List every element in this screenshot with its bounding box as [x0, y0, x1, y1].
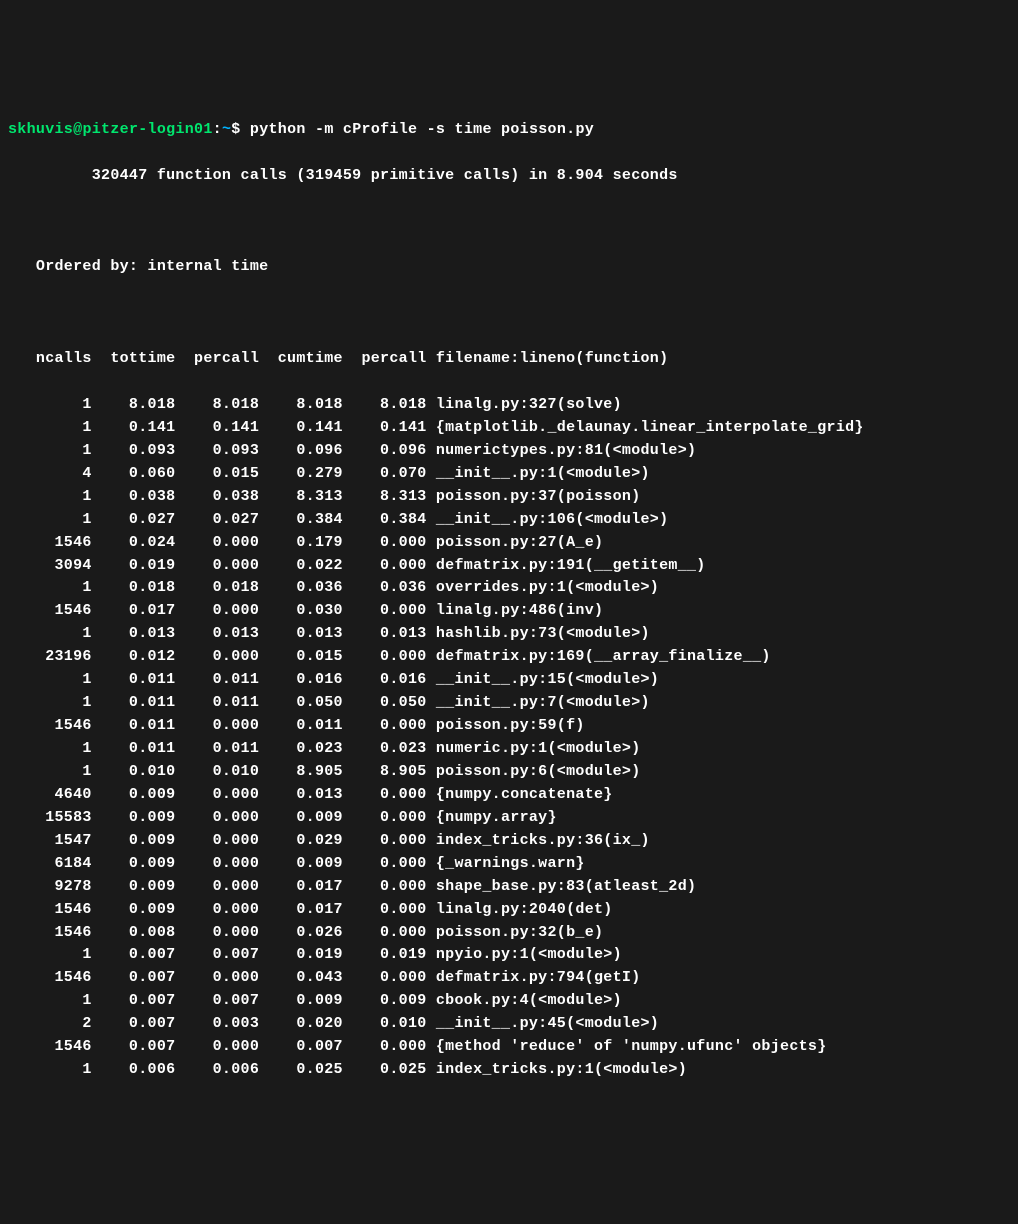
prompt-line: skhuvis@pitzer-login01:~$ python -m cPro…: [8, 119, 1010, 142]
profile-row: 1 0.011 0.011 0.050 0.050 __init__.py:7(…: [8, 692, 1010, 715]
profile-row: 1546 0.009 0.000 0.017 0.000 linalg.py:2…: [8, 899, 1010, 922]
prompt-path: ~: [222, 121, 231, 138]
profile-rows: 1 8.018 8.018 8.018 8.018 linalg.py:327(…: [8, 394, 1010, 1082]
prompt-host: pitzer-login01: [82, 121, 212, 138]
profile-row: 4640 0.009 0.000 0.013 0.000 {numpy.conc…: [8, 784, 1010, 807]
profile-row: 9278 0.009 0.000 0.017 0.000 shape_base.…: [8, 876, 1010, 899]
summary-line: 320447 function calls (319459 primitive …: [8, 165, 1010, 188]
profile-row: 6184 0.009 0.000 0.009 0.000 {_warnings.…: [8, 853, 1010, 876]
profile-row: 1 0.011 0.011 0.023 0.023 numeric.py:1(<…: [8, 738, 1010, 761]
profile-row: 1 8.018 8.018 8.018 8.018 linalg.py:327(…: [8, 394, 1010, 417]
terminal-output: skhuvis@pitzer-login01:~$ python -m cPro…: [8, 96, 1010, 1105]
ordered-by-line: Ordered by: internal time: [8, 256, 1010, 279]
profile-row: 1 0.018 0.018 0.036 0.036 overrides.py:1…: [8, 577, 1010, 600]
prompt-dollar: $: [231, 121, 250, 138]
profile-row: 15583 0.009 0.000 0.009 0.000 {numpy.arr…: [8, 807, 1010, 830]
profile-row: 1546 0.017 0.000 0.030 0.000 linalg.py:4…: [8, 600, 1010, 623]
profile-row: 3094 0.019 0.000 0.022 0.000 defmatrix.p…: [8, 555, 1010, 578]
profile-row: 4 0.060 0.015 0.279 0.070 __init__.py:1(…: [8, 463, 1010, 486]
profile-row: 1 0.010 0.010 8.905 8.905 poisson.py:6(<…: [8, 761, 1010, 784]
command-text[interactable]: python -m cProfile -s time poisson.py: [250, 121, 594, 138]
blank-line: [8, 302, 1010, 325]
profile-row: 1546 0.008 0.000 0.026 0.000 poisson.py:…: [8, 922, 1010, 945]
header-line: ncalls tottime percall cumtime percall f…: [8, 348, 1010, 371]
profile-row: 1546 0.024 0.000 0.179 0.000 poisson.py:…: [8, 532, 1010, 555]
profile-row: 1 0.038 0.038 8.313 8.313 poisson.py:37(…: [8, 486, 1010, 509]
prompt-user: skhuvis: [8, 121, 73, 138]
profile-row: 1 0.007 0.007 0.009 0.009 cbook.py:4(<mo…: [8, 990, 1010, 1013]
blank-line: [8, 210, 1010, 233]
profile-row: 1546 0.007 0.000 0.007 0.000 {method 're…: [8, 1036, 1010, 1059]
profile-row: 1 0.006 0.006 0.025 0.025 index_tricks.p…: [8, 1059, 1010, 1082]
profile-row: 1547 0.009 0.000 0.029 0.000 index_trick…: [8, 830, 1010, 853]
profile-row: 1 0.011 0.011 0.016 0.016 __init__.py:15…: [8, 669, 1010, 692]
profile-row: 1 0.013 0.013 0.013 0.013 hashlib.py:73(…: [8, 623, 1010, 646]
profile-row: 1546 0.007 0.000 0.043 0.000 defmatrix.p…: [8, 967, 1010, 990]
profile-row: 23196 0.012 0.000 0.015 0.000 defmatrix.…: [8, 646, 1010, 669]
prompt-colon: :: [213, 121, 222, 138]
profile-row: 1 0.141 0.141 0.141 0.141 {matplotlib._d…: [8, 417, 1010, 440]
profile-row: 2 0.007 0.003 0.020 0.010 __init__.py:45…: [8, 1013, 1010, 1036]
profile-row: 1546 0.011 0.000 0.011 0.000 poisson.py:…: [8, 715, 1010, 738]
profile-row: 1 0.027 0.027 0.384 0.384 __init__.py:10…: [8, 509, 1010, 532]
profile-row: 1 0.007 0.007 0.019 0.019 npyio.py:1(<mo…: [8, 944, 1010, 967]
profile-row: 1 0.093 0.093 0.096 0.096 numerictypes.p…: [8, 440, 1010, 463]
